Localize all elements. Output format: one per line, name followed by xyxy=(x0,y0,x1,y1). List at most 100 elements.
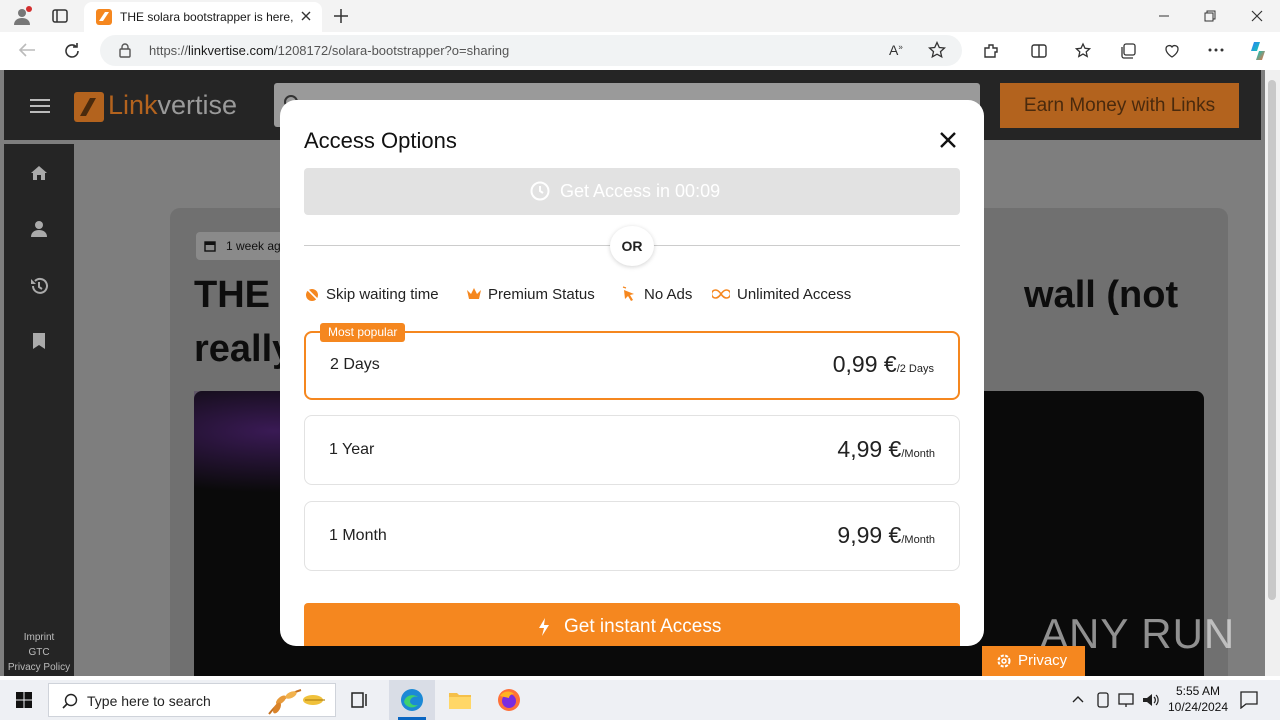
site-logo[interactable]: Linkvertise xyxy=(74,90,237,122)
taskbar-search-icon xyxy=(62,693,78,709)
plan-option-1-month[interactable]: 1 Month 9,99 €/Month xyxy=(304,501,960,571)
refresh-icon[interactable] xyxy=(63,42,81,60)
collections-icon[interactable] xyxy=(1119,42,1137,60)
minimize-icon[interactable] xyxy=(1158,10,1170,22)
or-divider-label: OR xyxy=(610,226,654,266)
task-view-icon[interactable] xyxy=(351,692,369,708)
window-close-icon[interactable] xyxy=(1251,10,1263,22)
plan-name: 1 Month xyxy=(329,527,387,544)
sidebar-history-icon[interactable] xyxy=(29,276,49,296)
profile-icon[interactable] xyxy=(12,6,32,26)
sidebar-home-icon[interactable] xyxy=(30,164,48,182)
feature-label: Unlimited Access xyxy=(737,286,852,303)
feature-no-ads: No Ads xyxy=(622,286,692,303)
url-text: https://linkvertise.com/1208172/solara-b… xyxy=(149,43,510,58)
plan-price-period: /Month xyxy=(901,534,935,546)
favicon-icon xyxy=(96,9,112,25)
lock-icon[interactable] xyxy=(118,43,132,58)
taskbar-search-placeholder: Type here to search xyxy=(87,693,211,709)
restore-icon[interactable] xyxy=(1204,10,1216,22)
buy-button-label: Get instant Access xyxy=(564,616,722,637)
cursor-icon xyxy=(622,286,634,301)
extensions-icon[interactable] xyxy=(982,42,1000,60)
footer-privacy-policy-link[interactable]: Privacy Policy xyxy=(4,662,74,673)
edge-browser-icon[interactable] xyxy=(400,688,424,712)
gear-icon xyxy=(996,653,1012,669)
crown-icon xyxy=(467,288,481,299)
infinity-icon xyxy=(712,289,730,299)
timer-button-label: Get Access in 00:09 xyxy=(560,181,721,201)
file-explorer-icon[interactable] xyxy=(448,690,472,710)
favorite-star-icon[interactable] xyxy=(928,41,946,59)
tab-title: THE solara bootstrapper is here, b xyxy=(120,10,296,24)
more-icon[interactable] xyxy=(1208,48,1224,52)
read-aloud-icon[interactable]: A» xyxy=(889,42,903,58)
earn-money-button[interactable]: Earn Money with Links xyxy=(1000,83,1239,128)
split-screen-icon[interactable] xyxy=(1030,42,1048,60)
most-popular-badge: Most popular xyxy=(320,323,406,342)
favorites-icon[interactable] xyxy=(1075,42,1093,60)
plan-option-1-year[interactable]: 1 Year 4,99 €/Month xyxy=(304,415,960,485)
feature-label: No Ads xyxy=(644,286,693,303)
taskbar-clock[interactable]: 5:55 AM 10/24/2024 xyxy=(1162,683,1234,715)
plan-price: 0,99 €/2 Days xyxy=(833,351,934,378)
feature-skip-waiting: Skip waiting time xyxy=(304,286,439,303)
browser-tab-active[interactable]: THE solara bootstrapper is here, b xyxy=(84,2,322,32)
lightning-icon xyxy=(538,617,550,637)
privacy-settings-button[interactable]: Privacy xyxy=(982,646,1085,676)
tab-close-icon[interactable] xyxy=(300,10,312,22)
clock-date: 10/24/2024 xyxy=(1167,700,1229,714)
alarm-off-icon xyxy=(305,287,319,301)
plan-price-amount: 9,99 € xyxy=(837,522,902,548)
access-options-modal: Access Options Get Access in 00:09 OR Sk… xyxy=(280,100,984,646)
tray-overflow-chevron-icon[interactable] xyxy=(1072,694,1084,704)
firefox-icon[interactable] xyxy=(497,688,521,712)
page-scrollbar-thumb[interactable] xyxy=(1268,80,1276,600)
back-icon[interactable] xyxy=(18,42,36,58)
logo-text-rest: vertise xyxy=(157,90,238,120)
logo-mark-icon xyxy=(74,91,104,122)
modal-title: Access Options xyxy=(304,128,457,153)
plan-price: 4,99 €/Month xyxy=(837,436,935,463)
plan-price-period: /2 Days xyxy=(896,363,934,375)
browser-essentials-icon[interactable] xyxy=(1163,42,1181,60)
feature-unlimited-access: Unlimited Access xyxy=(712,286,851,303)
footer-gtc-link[interactable]: GTC xyxy=(4,647,74,658)
windows-start-icon[interactable] xyxy=(16,692,32,708)
post-title-end: wall (not xyxy=(1024,274,1179,316)
plan-price-amount: 0,99 € xyxy=(832,351,897,377)
plan-price: 9,99 €/Month xyxy=(837,522,935,549)
hamburger-menu-icon[interactable] xyxy=(30,98,50,114)
modal-close-icon[interactable] xyxy=(938,130,958,150)
tab-actions-icon[interactable] xyxy=(52,8,68,24)
taskbar-search-box[interactable]: Type here to search xyxy=(48,683,336,717)
notifications-icon[interactable] xyxy=(1240,691,1258,709)
clock-icon xyxy=(530,181,550,201)
site-sidebar xyxy=(4,144,74,676)
sidebar-profile-icon[interactable] xyxy=(30,220,48,238)
search-highlight-leaves-icon xyxy=(263,686,333,716)
plan-name: 1 Year xyxy=(329,441,375,458)
new-tab-icon[interactable] xyxy=(333,8,349,24)
logo-text-brand: Link xyxy=(108,90,158,120)
sidebar-bookmark-icon[interactable] xyxy=(32,332,46,350)
feature-label: Skip waiting time xyxy=(326,286,439,303)
network-icon[interactable] xyxy=(1118,692,1136,708)
feature-label: Premium Status xyxy=(488,286,595,303)
privacy-button-label: Privacy xyxy=(1018,652,1068,669)
feature-premium-status: Premium Status xyxy=(466,286,595,303)
tray-device-icon[interactable] xyxy=(1096,692,1110,708)
post-title-start: THE xyxy=(194,274,270,316)
calendar-icon xyxy=(204,240,216,252)
plan-name: 2 Days xyxy=(330,356,380,373)
get-access-timer-button[interactable]: Get Access in 00:09 xyxy=(304,168,960,215)
clock-time: 5:55 AM xyxy=(1175,684,1221,698)
plan-price-amount: 4,99 € xyxy=(837,436,902,462)
footer-imprint-link[interactable]: Imprint xyxy=(4,632,74,643)
post-title-line2: really xyxy=(194,328,294,370)
copilot-icon[interactable] xyxy=(1247,40,1269,62)
volume-icon[interactable] xyxy=(1142,692,1160,708)
plan-price-period: /Month xyxy=(901,448,935,460)
get-instant-access-button[interactable]: Get instant Access xyxy=(304,603,960,646)
post-date-text: 1 week ag xyxy=(226,239,281,253)
